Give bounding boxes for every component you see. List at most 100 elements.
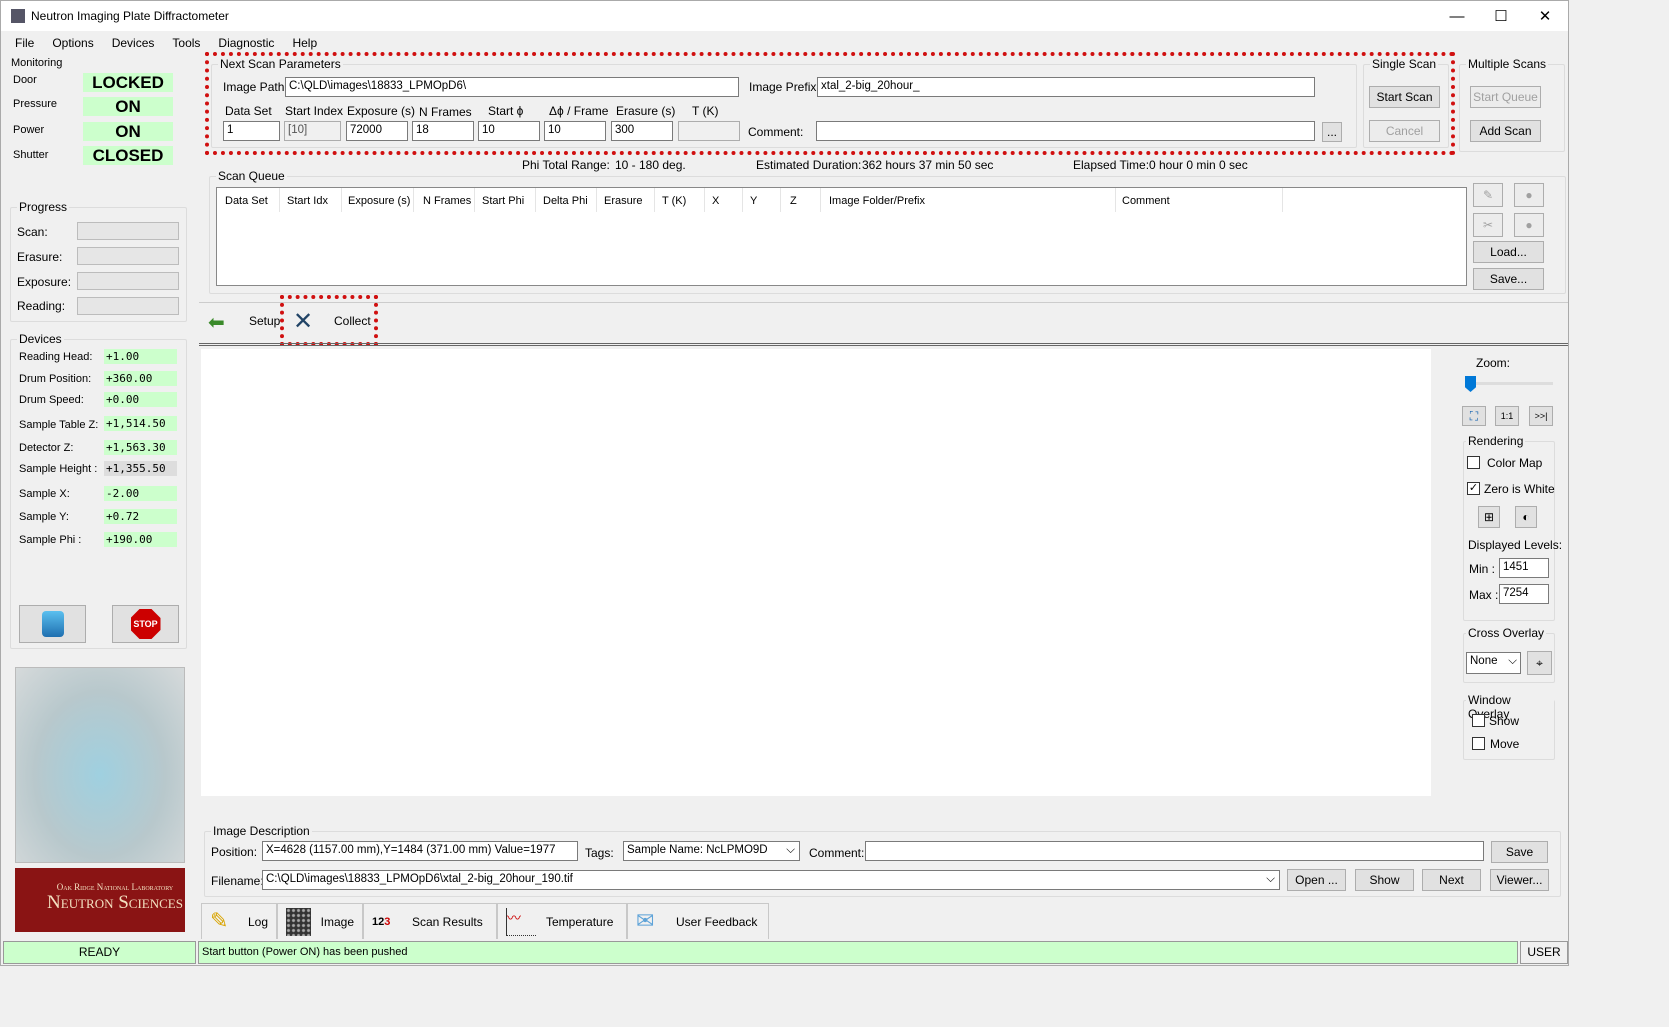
monitoring-label: Monitoring bbox=[11, 57, 63, 69]
device-label: Drum Position: bbox=[19, 373, 92, 385]
tab-image[interactable]: Image bbox=[277, 903, 363, 939]
filename-select[interactable]: C:\QLD\images\18833_LPMOpD6\xtal_2-big_2… bbox=[262, 870, 1280, 890]
zoom-1to1-button[interactable]: 1:1 bbox=[1495, 406, 1519, 426]
tab-log[interactable]: ✎ Log bbox=[201, 903, 277, 939]
contrast-button[interactable]: ◐ bbox=[1515, 506, 1537, 528]
zoom-fit-button[interactable]: ⛶ bbox=[1462, 406, 1486, 426]
tab-user-feedback-label: User Feedback bbox=[676, 914, 758, 929]
multiple-scans-label: Multiple Scans bbox=[1466, 57, 1549, 71]
open-button[interactable]: Open ... bbox=[1287, 869, 1346, 891]
menu-file[interactable]: File bbox=[15, 36, 34, 50]
setup-arrow-icon[interactable]: ⬅ bbox=[208, 310, 225, 335]
scan-progress-bar bbox=[77, 222, 179, 240]
zoom-slider-thumb[interactable] bbox=[1465, 376, 1476, 392]
menu-diagnostic[interactable]: Diagnostic bbox=[218, 36, 274, 50]
max-level-input[interactable]: 7254 bbox=[1499, 584, 1549, 604]
setup-tab[interactable]: Setup bbox=[249, 314, 280, 328]
duration-label: Estimated Duration: bbox=[756, 158, 862, 172]
ornl-logo: Oak Ridge National Laboratory Neutron Sc… bbox=[15, 868, 185, 932]
palette-button[interactable]: ⊞ bbox=[1478, 506, 1500, 528]
zoom-label: Zoom: bbox=[1476, 356, 1511, 370]
column-header[interactable]: Exposure (s) bbox=[348, 195, 410, 207]
elapsed-value: 0 hour 0 min 0 sec bbox=[1149, 158, 1248, 172]
filename-label: Filename: bbox=[211, 874, 264, 888]
zoom-slider[interactable] bbox=[1469, 382, 1553, 385]
column-header[interactable]: Data Set bbox=[225, 195, 268, 207]
move-up-button: ● bbox=[1514, 183, 1544, 207]
column-header[interactable]: X bbox=[712, 195, 719, 207]
scan-queue-table[interactable]: Data Set Start Idx Exposure (s) N Frames… bbox=[216, 187, 1467, 286]
device-label: Sample Y: bbox=[19, 511, 69, 523]
column-header[interactable]: T (K) bbox=[662, 195, 686, 207]
tags-select[interactable]: Sample Name: NcLPMO9D ⌵ bbox=[623, 841, 800, 861]
tab-user-feedback[interactable]: ✉ User Feedback bbox=[627, 903, 769, 939]
window-title: Neutron Imaging Plate Diffractometer bbox=[31, 9, 229, 23]
load-queue-button[interactable]: Load... bbox=[1473, 241, 1544, 263]
close-button[interactable]: ✕ bbox=[1523, 1, 1567, 31]
menu-bar: File Options Devices Tools Diagnostic Help bbox=[15, 36, 335, 50]
min-level-input[interactable]: 1451 bbox=[1499, 558, 1549, 578]
diagnostic-tool-button[interactable] bbox=[19, 605, 86, 643]
maximize-button[interactable]: ☐ bbox=[1479, 1, 1523, 31]
zoom-next-button[interactable]: >>| bbox=[1529, 406, 1553, 426]
tags-value: Sample Name: NcLPMO9D bbox=[627, 844, 768, 856]
show-button[interactable]: Show bbox=[1355, 869, 1414, 891]
next-button[interactable]: Next bbox=[1422, 869, 1481, 891]
show-overlay-checkbox[interactable] bbox=[1472, 714, 1485, 727]
zero-white-checkbox[interactable]: ✓ bbox=[1467, 482, 1480, 495]
device-label: Drum Speed: bbox=[19, 394, 84, 406]
menu-options[interactable]: Options bbox=[52, 36, 93, 50]
scissors-icon: ✂ bbox=[1482, 218, 1494, 232]
tab-scan-results[interactable]: 123 Scan Results bbox=[363, 903, 497, 939]
logo-line1: Oak Ridge National Laboratory bbox=[56, 882, 174, 892]
contrast-icon: ◐ bbox=[1522, 510, 1530, 524]
device-value: +1.00 bbox=[104, 349, 177, 364]
max-label: Max : bbox=[1469, 588, 1499, 602]
pressure-label: Pressure bbox=[13, 98, 58, 110]
column-header[interactable]: Y bbox=[750, 195, 757, 207]
device-value: +190.00 bbox=[104, 532, 177, 547]
column-header[interactable]: N Frames bbox=[423, 195, 471, 207]
erasure-progress-bar bbox=[77, 247, 179, 265]
column-header[interactable]: Start Phi bbox=[482, 195, 524, 207]
save-queue-button[interactable]: Save... bbox=[1473, 268, 1544, 290]
column-header[interactable]: Comment bbox=[1122, 195, 1170, 207]
status-user: USER bbox=[1520, 941, 1568, 964]
column-header[interactable]: Erasure bbox=[604, 195, 643, 207]
move-overlay-checkbox[interactable] bbox=[1472, 737, 1485, 750]
menu-devices[interactable]: Devices bbox=[112, 36, 155, 50]
description-comment-input[interactable] bbox=[865, 841, 1484, 861]
minimize-button[interactable]: — bbox=[1435, 1, 1479, 31]
up-icon: ● bbox=[1525, 188, 1533, 202]
tab-scan-results-label: Scan Results bbox=[412, 914, 483, 929]
menu-tools[interactable]: Tools bbox=[172, 36, 200, 50]
color-map-checkbox[interactable] bbox=[1467, 456, 1480, 469]
crosshair-button[interactable]: ⌖ bbox=[1527, 651, 1552, 675]
tab-temperature[interactable]: 〰 Temperature bbox=[497, 903, 627, 939]
viewer-button[interactable]: Viewer... bbox=[1490, 869, 1549, 891]
image-icon bbox=[286, 907, 311, 936]
description-save-button[interactable]: Save bbox=[1491, 841, 1548, 863]
door-label: Door bbox=[13, 74, 37, 86]
min-label: Min : bbox=[1469, 562, 1496, 576]
title-bar: Neutron Imaging Plate Diffractometer — ☐… bbox=[1, 1, 1568, 31]
exposure-progress-bar bbox=[77, 272, 179, 290]
cross-overlay-select[interactable]: None ⌵ bbox=[1466, 652, 1521, 674]
column-header[interactable]: Start Idx bbox=[287, 195, 328, 207]
column-header[interactable]: Delta Phi bbox=[543, 195, 588, 207]
menu-help[interactable]: Help bbox=[292, 36, 317, 50]
image-canvas[interactable] bbox=[201, 349, 1431, 796]
chart-icon: 〰 bbox=[506, 907, 536, 936]
rendering-label: Rendering bbox=[1466, 434, 1526, 448]
grid-icon: ⊞ bbox=[1483, 510, 1495, 524]
tab-temperature-label: Temperature bbox=[546, 914, 614, 929]
stop-button[interactable]: STOP bbox=[112, 605, 179, 643]
column-header[interactable]: Image Folder/Prefix bbox=[829, 195, 925, 207]
numbers-icon: 123 bbox=[372, 915, 391, 928]
column-header[interactable]: Z bbox=[790, 195, 797, 207]
add-scan-button[interactable]: Add Scan bbox=[1470, 120, 1541, 142]
sample-camera-image bbox=[15, 667, 185, 863]
device-value: +0.00 bbox=[104, 392, 177, 407]
pressure-status: ON bbox=[83, 97, 173, 116]
position-label: Position: bbox=[211, 845, 258, 859]
